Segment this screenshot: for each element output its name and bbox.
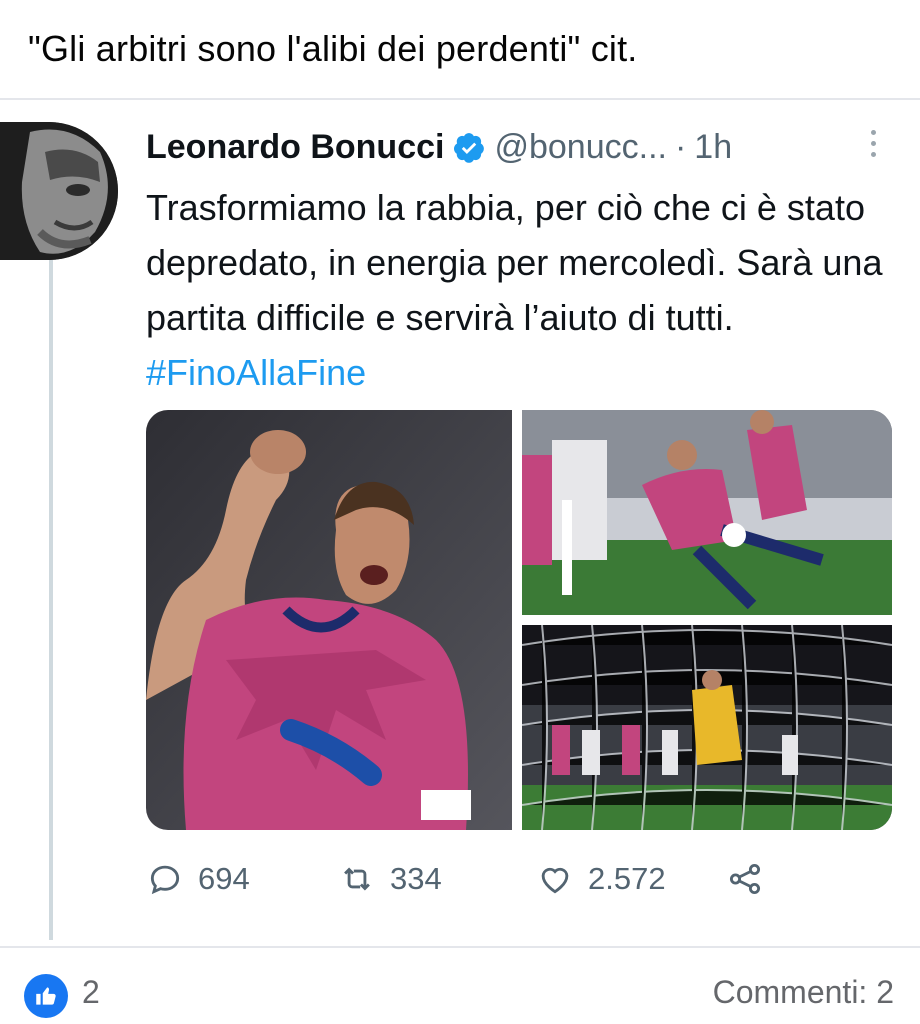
tweet-actions: 694 334 2.572 [146, 860, 906, 900]
like-count: 2.572 [588, 861, 666, 896]
heart-icon [541, 867, 569, 894]
thread-line [49, 260, 53, 940]
retweet-count: 334 [390, 861, 442, 896]
author-handle[interactable]: @bonucc... [494, 128, 667, 167]
tweet-body: Trasformiamo la rabbia, per ciò che ci è… [146, 180, 906, 400]
reply-bubble-icon [150, 865, 180, 895]
retweet-button[interactable]: 334 [338, 860, 442, 898]
avatar[interactable] [0, 122, 118, 260]
more-options-icon[interactable] [868, 130, 878, 162]
tweet-time[interactable]: 1h [694, 128, 732, 167]
embedded-tweet[interactable]: Leonardo Bonucci @bonucc... · 1h Trasfor… [0, 98, 920, 948]
reactions-count[interactable]: 2 [82, 974, 100, 1011]
photo-goal-net[interactable] [522, 625, 892, 830]
hashtag-link[interactable]: #FinoAllaFine [146, 352, 366, 393]
post-footer: 2 Commenti: 2 [0, 950, 920, 1024]
separator-dot: · [674, 128, 687, 166]
tweet-header: Leonardo Bonucci @bonucc... · 1h [146, 128, 732, 167]
author-name[interactable]: Leonardo Bonucci [146, 128, 444, 167]
share-icon [729, 863, 761, 895]
tweet-media-grid [146, 410, 892, 830]
comments-count[interactable]: Commenti: 2 [713, 974, 894, 1011]
retweet-icon [344, 867, 370, 891]
reply-button[interactable]: 694 [146, 860, 250, 898]
photo-celebration[interactable] [146, 410, 512, 830]
reply-count: 694 [198, 861, 250, 896]
like-reaction-icon[interactable] [24, 974, 68, 1018]
verified-badge-icon [452, 131, 486, 165]
tweet-text: Trasformiamo la rabbia, per ciò che ci è… [146, 187, 883, 338]
share-button[interactable] [726, 860, 764, 898]
like-button[interactable]: 2.572 [536, 860, 666, 898]
photo-shot-action[interactable] [522, 410, 892, 615]
post-text: "Gli arbitri sono l'alibi dei perdenti" … [28, 28, 638, 69]
